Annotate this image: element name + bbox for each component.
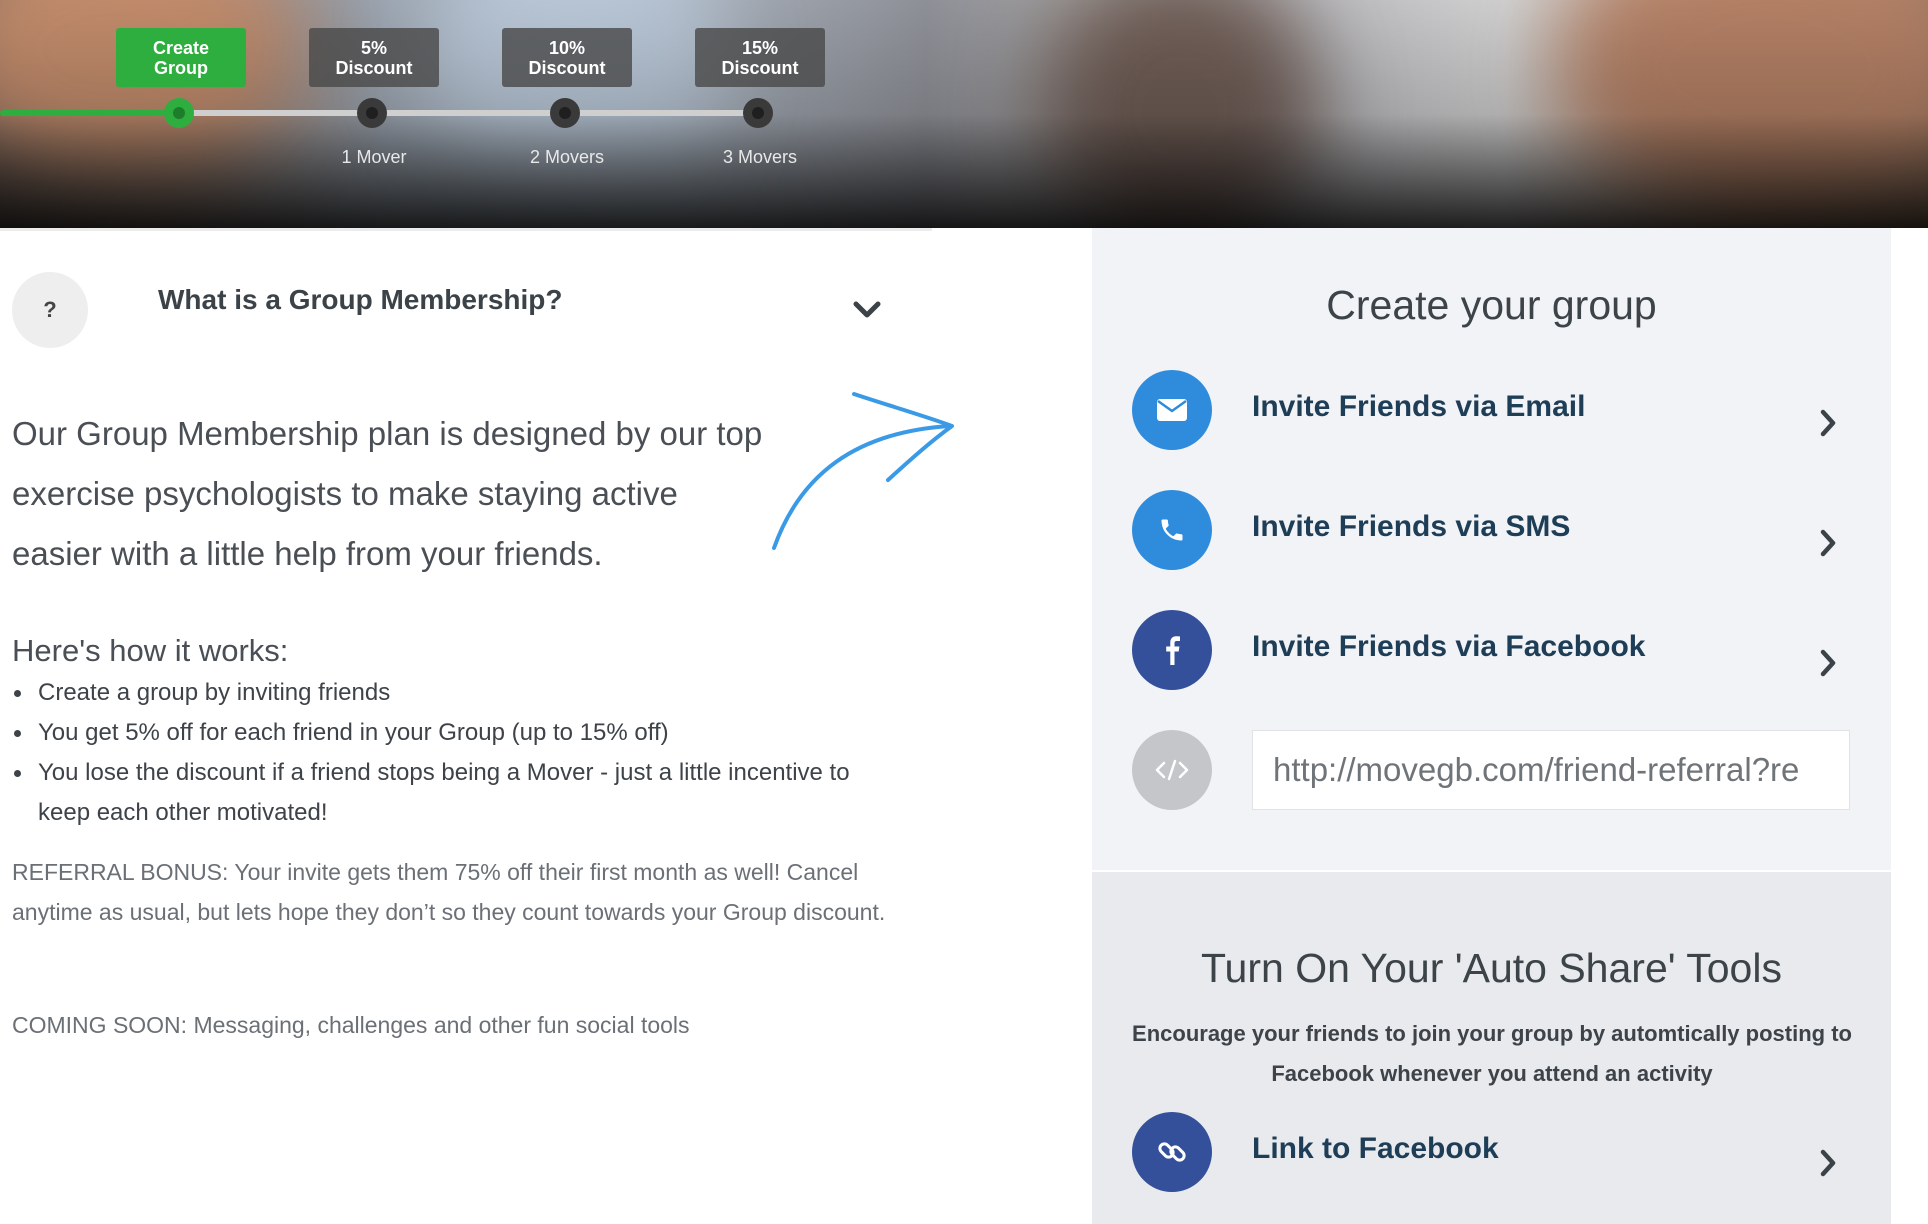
envelope-icon[interactable]	[1132, 370, 1212, 450]
chevron-down-icon[interactable]	[852, 300, 882, 320]
auto-share-description: Encourage your friends to join your grou…	[1132, 1021, 1852, 1086]
link-icon[interactable]	[1132, 1112, 1212, 1192]
progress-track-remaining	[180, 110, 760, 116]
invite-sms-button[interactable]: Invite Friends via SMS	[1252, 510, 1570, 544]
coming-soon-text: COMING SOON: Messaging, challenges and o…	[12, 1012, 690, 1038]
list-item: Create a group by inviting friends	[12, 673, 892, 713]
step-10-discount[interactable]: 10% Discount	[502, 28, 632, 87]
question-icon: ?	[12, 272, 88, 348]
facebook-icon[interactable]	[1132, 610, 1212, 690]
step-5-discount[interactable]: 5% Discount	[309, 28, 439, 87]
list-item: You lose the discount if a friend stops …	[12, 753, 892, 833]
auto-share-title: Turn On Your 'Auto Share' Tools	[1201, 945, 1782, 991]
step-15-discount[interactable]: 15% Discount	[695, 28, 825, 87]
chevron-right-icon[interactable]	[1818, 408, 1838, 438]
progress-node-create-group	[164, 98, 194, 128]
mover-label-3: 3 Movers	[722, 147, 798, 167]
pointing-arrow-icon	[772, 392, 954, 550]
progress-node-1-mover	[357, 98, 387, 128]
referral-url-field[interactable]: http://movegb.com/friend-referral?re	[1252, 730, 1850, 810]
how-it-works-title: Here's how it works:	[12, 633, 289, 668]
hero-banner: Create Group 5% Discount 10% Discount 15…	[0, 0, 1928, 228]
chevron-right-icon[interactable]	[1818, 648, 1838, 678]
faq-title[interactable]: What is a Group Membership?	[158, 284, 562, 316]
phone-icon[interactable]	[1132, 490, 1212, 570]
chevron-right-icon[interactable]	[1818, 1148, 1838, 1178]
code-icon[interactable]	[1132, 730, 1212, 810]
referral-bonus-text: REFERRAL BONUS: Your invite gets them 75…	[12, 859, 886, 925]
link-facebook-button[interactable]: Link to Facebook	[1252, 1132, 1499, 1166]
create-group-title: Create your group	[1326, 282, 1657, 328]
invite-facebook-button[interactable]: Invite Friends via Facebook	[1252, 630, 1645, 664]
progress-track-complete	[0, 110, 180, 116]
progress-node-2-movers	[550, 98, 580, 128]
chevron-right-icon[interactable]	[1818, 528, 1838, 558]
how-it-works-list: Create a group by inviting friends You g…	[12, 673, 892, 833]
step-create-group[interactable]: Create Group	[116, 28, 246, 87]
mover-label-2: 2 Movers	[529, 147, 605, 167]
progress-node-3-movers	[743, 98, 773, 128]
mover-label-1: 1 Mover	[341, 147, 407, 167]
intro-text: Our Group Membership plan is designed by…	[12, 415, 763, 572]
section-divider	[0, 228, 932, 231]
invite-email-button[interactable]: Invite Friends via Email	[1252, 390, 1585, 424]
list-item: You get 5% off for each friend in your G…	[12, 713, 892, 753]
